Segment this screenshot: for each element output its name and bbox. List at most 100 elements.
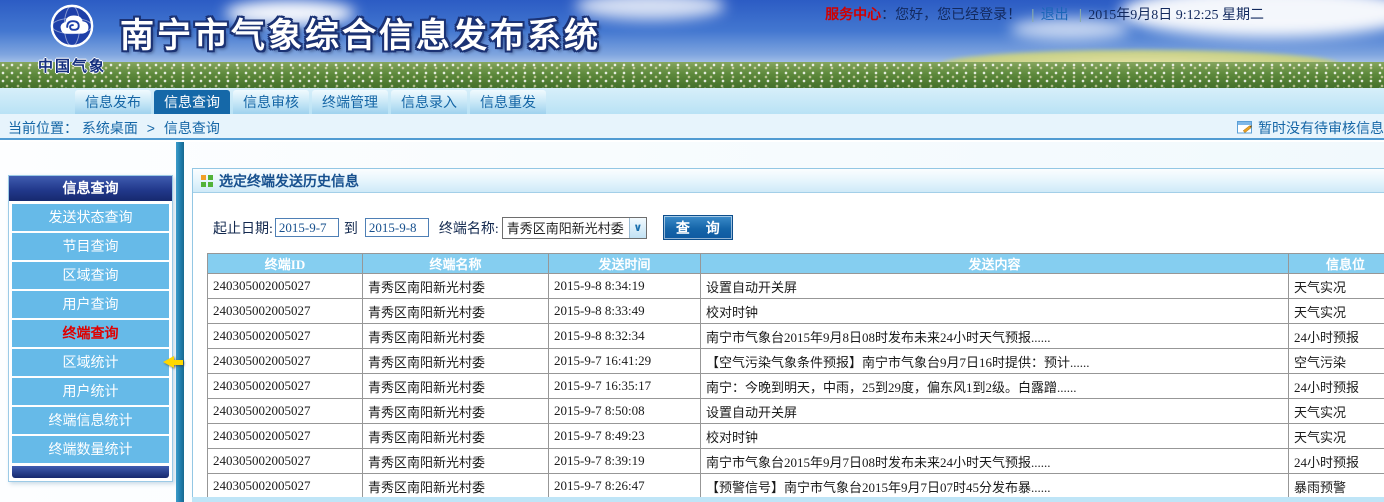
cell-terminal-name: 青秀区南阳新光村委 [363, 274, 549, 299]
cell-content: 校对时钟 [701, 299, 1289, 324]
notepad-pencil-icon [1237, 121, 1253, 135]
cell-terminal-id: 240305002005027 [208, 274, 363, 299]
sidebar-item-user-query[interactable]: 用户查询 [12, 291, 169, 318]
sidebar-item-terminal-query[interactable]: 终端查询 [12, 320, 169, 347]
cell-terminal-name: 青秀区南阳新光村委 [363, 374, 549, 399]
sidebar-splitter[interactable] [176, 142, 184, 502]
panel-header: 选定终端发送历史信息 [193, 169, 1384, 193]
cell-terminal-id: 240305002005027 [208, 324, 363, 349]
pending-audit-text: 暂时没有待审核信息 [1258, 118, 1384, 138]
tab-info-audit[interactable]: 信息审核 [233, 90, 309, 114]
table-row: 240305002005027青秀区南阳新光村委2015-9-8 8:32:34… [208, 324, 1384, 349]
cell-info-type: 天气实况 [1289, 274, 1384, 299]
cell-send-time: 2015-9-7 8:50:08 [549, 399, 701, 424]
sidebar-item-region-stats[interactable]: 区域统计 [12, 349, 169, 376]
table-row: 240305002005027青秀区南阳新光村委2015-9-7 16:41:2… [208, 349, 1384, 374]
sidebar-item-program-query[interactable]: 节目查询 [12, 233, 169, 260]
cell-terminal-id: 240305002005027 [208, 349, 363, 374]
cma-cloud-logo-icon [49, 3, 95, 49]
cell-terminal-name: 青秀区南阳新光村委 [363, 349, 549, 374]
cell-info-type: 天气实况 [1289, 424, 1384, 449]
breadcrumb-separator: > [147, 120, 155, 136]
cell-info-type: 天气实况 [1289, 399, 1384, 424]
chevron-down-icon[interactable]: ∨ [629, 218, 646, 238]
sidebar: 信息查询 发送状态查询节目查询区域查询用户查询终端查询区域统计用户统计终端信息统… [8, 175, 173, 482]
breadcrumb-path[interactable]: 系统桌面 [82, 120, 138, 136]
cell-terminal-id: 240305002005027 [208, 424, 363, 449]
collapse-sidebar-arrow-icon[interactable] [163, 356, 185, 369]
cell-content: 【预警信号】南宁市气象台2015年9月7日07时45分发布暴...... [701, 474, 1289, 499]
cell-terminal-id: 240305002005027 [208, 374, 363, 399]
cell-content: 南宁：今晚到明天，中雨，25到29度，偏东风1到2级。白露蹭...... [701, 374, 1289, 399]
cell-send-time: 2015-9-8 8:32:34 [549, 324, 701, 349]
tab-info-publish[interactable]: 信息发布 [75, 90, 151, 114]
breadcrumb-label: 当前位置： [8, 120, 78, 136]
terminal-select[interactable]: 青秀区南阳新光村委 ∨ [502, 217, 647, 239]
breadcrumb-bar: 当前位置： 系统桌面 > 信息查询 暂时没有待审核信息 [0, 114, 1384, 140]
login-greeting: ：您好，您已经登录！ [881, 6, 1021, 22]
grid-icon [201, 175, 213, 187]
tab-info-query[interactable]: 信息查询 [154, 90, 230, 114]
table-row: 240305002005027青秀区南阳新光村委2015-9-7 8:39:19… [208, 449, 1384, 474]
cell-info-type: 天气实况 [1289, 299, 1384, 324]
cell-info-type: 24小时预报 [1289, 374, 1384, 399]
cell-terminal-id: 240305002005027 [208, 399, 363, 424]
cell-info-type: 暴雨预警 [1289, 474, 1384, 499]
cell-send-time: 2015-9-8 8:33:49 [549, 299, 701, 324]
cell-terminal-id: 240305002005027 [208, 474, 363, 499]
date-to-input[interactable] [365, 218, 429, 237]
cell-send-time: 2015-9-7 16:41:29 [549, 349, 701, 374]
cell-info-type: 24小时预报 [1289, 324, 1384, 349]
logo-caption: 中国气象 [16, 55, 128, 76]
cell-send-time: 2015-9-7 8:39:19 [549, 449, 701, 474]
tab-terminal-manage[interactable]: 终端管理 [312, 90, 388, 114]
cell-terminal-name: 青秀区南阳新光村委 [363, 474, 549, 499]
column-header-content: 发送内容 [701, 254, 1289, 274]
cell-terminal-name: 青秀区南阳新光村委 [363, 399, 549, 424]
app-title: 南宁市气象综合信息发布系统 [120, 8, 601, 57]
cell-content: 校对时钟 [701, 424, 1289, 449]
cell-info-type: 空气污染 [1289, 349, 1384, 374]
table-row: 240305002005027青秀区南阳新光村委2015-9-7 8:50:08… [208, 399, 1384, 424]
cell-content: 南宁市气象台2015年9月7日08时发布未来24小时天气预报...... [701, 449, 1289, 474]
grass-decoration [0, 62, 1384, 88]
query-button[interactable]: 查 询 [663, 215, 733, 240]
cell-terminal-id: 240305002005027 [208, 449, 363, 474]
tab-info-entry[interactable]: 信息录入 [391, 90, 467, 114]
cell-terminal-name: 青秀区南阳新光村委 [363, 299, 549, 324]
to-label: 到 [344, 218, 358, 238]
cell-content: 设置自动开关屏 [701, 399, 1289, 424]
sidebar-item-send-status-query[interactable]: 发送状态查询 [12, 204, 169, 231]
date-range-label: 起止日期: [213, 218, 273, 238]
date-from-input[interactable] [275, 218, 339, 237]
sidebar-item-terminal-info-stats[interactable]: 终端信息统计 [12, 407, 169, 434]
table-row: 240305002005027青秀区南阳新光村委2015-9-7 16:35:1… [208, 374, 1384, 399]
logout-link[interactable]: 退出 [1041, 6, 1069, 22]
cell-info-type: 24小时预报 [1289, 449, 1384, 474]
divider: | [1079, 6, 1083, 22]
sidebar-item-region-query[interactable]: 区域查询 [12, 262, 169, 289]
column-header-terminal-id: 终端ID [208, 254, 363, 274]
terminal-name-label: 终端名称: [439, 218, 499, 238]
table-row: 240305002005027青秀区南阳新光村委2015-9-8 8:34:19… [208, 274, 1384, 299]
cell-terminal-id: 240305002005027 [208, 299, 363, 324]
sidebar-item-terminal-count-stats[interactable]: 终端数量统计 [12, 436, 169, 463]
panel-title: 选定终端发送历史信息 [219, 171, 359, 191]
terminal-select-value: 青秀区南阳新光村委 [503, 218, 629, 237]
service-center-label: 服务中心 [825, 6, 881, 22]
history-table-body: 240305002005027青秀区南阳新光村委2015-9-8 8:34:19… [208, 274, 1384, 499]
cell-send-time: 2015-9-7 8:49:23 [549, 424, 701, 449]
breadcrumb: 当前位置： 系统桌面 > 信息查询 [8, 118, 220, 138]
divider: | [1031, 6, 1035, 22]
cell-content: 设置自动开关屏 [701, 274, 1289, 299]
pending-audit-notice: 暂时没有待审核信息 [1237, 118, 1384, 138]
nav-tabs: 信息发布信息查询信息审核终端管理信息录入信息重发 [75, 90, 549, 114]
cell-content: 【空气污染气象条件预报】南宁市气象台9月7日16时提供：预计...... [701, 349, 1289, 374]
sidebar-items: 发送状态查询节目查询区域查询用户查询终端查询区域统计用户统计终端信息统计终端数量… [9, 201, 172, 466]
main-navbar: 信息发布信息查询信息审核终端管理信息录入信息重发 [0, 88, 1384, 114]
column-header-info-type: 信息位 [1289, 254, 1384, 274]
sidebar-footer [12, 466, 169, 478]
tab-info-resend[interactable]: 信息重发 [470, 90, 546, 114]
sidebar-item-user-stats[interactable]: 用户统计 [12, 378, 169, 405]
sidebar-title: 信息查询 [9, 176, 172, 201]
